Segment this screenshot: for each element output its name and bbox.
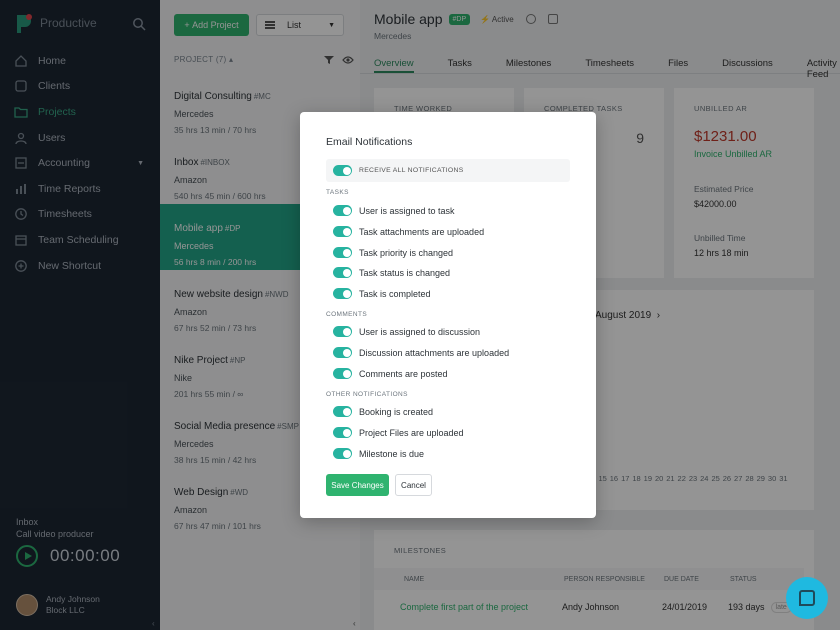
notification-toggle-row: User is assigned to task (333, 205, 455, 216)
toggle[interactable] (333, 368, 352, 379)
toggle[interactable] (333, 326, 352, 337)
toggle[interactable] (333, 288, 352, 299)
section-comments-title: COMMENTS (326, 311, 368, 318)
notification-toggle-row: Milestone is due (333, 448, 424, 459)
chat-icon (799, 590, 815, 606)
notification-toggle-row: Task priority is changed (333, 247, 453, 258)
receive-all-row: RECEIVE ALL NOTIFICATIONS (326, 159, 570, 182)
notification-toggle-row: Project Files are uploaded (333, 427, 464, 438)
modal-title: Email Notifications (326, 136, 413, 148)
notification-toggle-row: Task status is changed (333, 267, 450, 278)
app-window: Productive Home Clients Projects Users A… (0, 0, 840, 630)
notification-toggle-row: Comments are posted (333, 368, 448, 379)
section-other-title: OTHER NOTIFICATIONS (326, 391, 408, 398)
notification-toggle-row: Task attachments are uploaded (333, 226, 484, 237)
toggle[interactable] (333, 205, 352, 216)
toggle[interactable] (333, 267, 352, 278)
email-notifications-modal: Email Notifications RECEIVE ALL NOTIFICA… (300, 112, 596, 518)
save-changes-button[interactable]: Save Changes (326, 474, 389, 496)
toggle[interactable] (333, 247, 352, 258)
toggle[interactable] (333, 347, 352, 358)
section-tasks-title: TASKS (326, 189, 349, 196)
notification-toggle-row: User is assigned to discussion (333, 326, 480, 337)
notification-toggle-row: Discussion attachments are uploaded (333, 347, 509, 358)
toggle[interactable] (333, 448, 352, 459)
notification-toggle-row: Task is completed (333, 288, 431, 299)
help-chat-button[interactable] (786, 577, 828, 619)
notification-toggle-row: Booking is created (333, 406, 433, 417)
receive-all-label: RECEIVE ALL NOTIFICATIONS (359, 167, 464, 174)
cancel-button[interactable]: Cancel (395, 474, 432, 496)
toggle[interactable] (333, 406, 352, 417)
toggle[interactable] (333, 427, 352, 438)
toggle[interactable] (333, 226, 352, 237)
receive-all-toggle[interactable] (333, 165, 352, 176)
